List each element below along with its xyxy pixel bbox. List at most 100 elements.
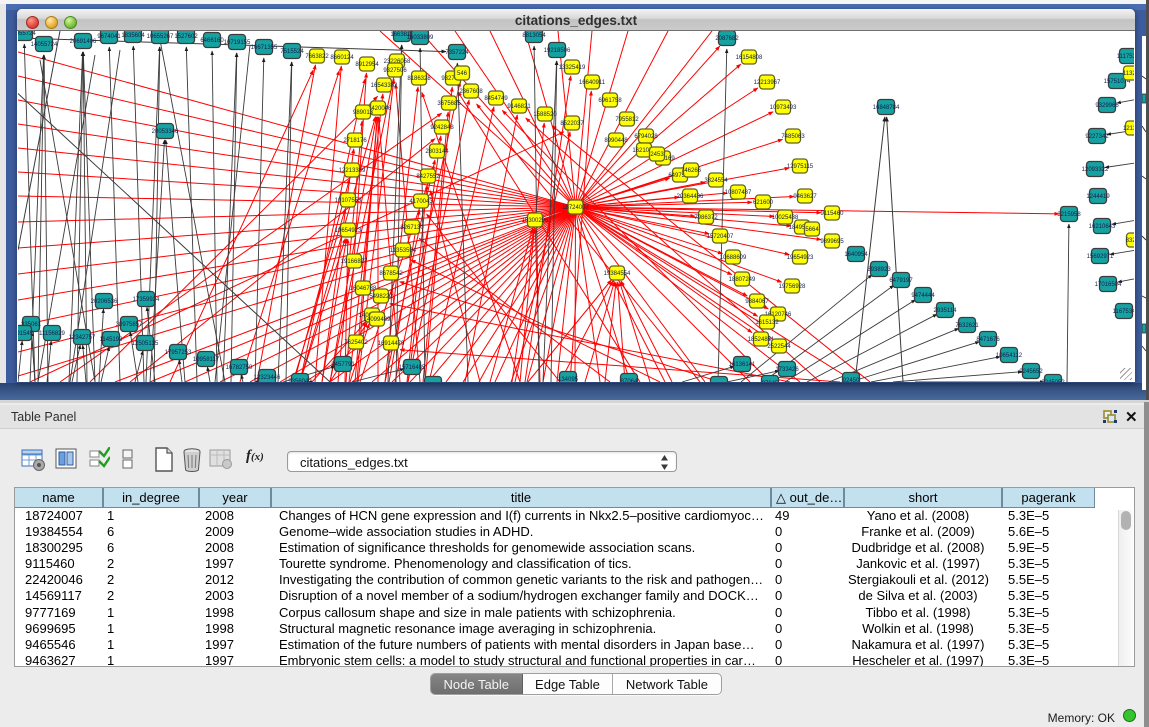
svg-text:8660124: 8660124 xyxy=(330,55,354,61)
svg-text:9899695: 9899695 xyxy=(820,239,844,245)
svg-text:11156829: 11156829 xyxy=(39,331,65,337)
svg-text:7357224: 7357224 xyxy=(445,50,469,56)
svg-text:8522037: 8522037 xyxy=(560,121,584,127)
svg-text:16543382: 16543382 xyxy=(371,83,398,89)
svg-text:9242848: 9242848 xyxy=(430,125,454,131)
svg-text:6961758: 6961758 xyxy=(598,98,622,104)
svg-text:16136141: 16136141 xyxy=(729,362,756,368)
svg-text:10654112: 10654112 xyxy=(996,353,1023,359)
svg-text:7515524: 7515524 xyxy=(280,49,304,55)
svg-text:16848784: 16848784 xyxy=(873,105,900,111)
svg-text:15692971: 15692971 xyxy=(1087,254,1114,260)
svg-text:7632621: 7632621 xyxy=(955,323,979,329)
svg-text:87645: 87645 xyxy=(762,381,779,382)
svg-text:12213389: 12213389 xyxy=(339,168,366,174)
svg-text:2055724: 2055724 xyxy=(18,31,36,37)
svg-text:16671355: 16671355 xyxy=(251,45,278,51)
svg-text:8938923: 8938923 xyxy=(867,267,891,273)
svg-text:16782759: 16782759 xyxy=(226,365,253,371)
svg-text:7955812: 7955812 xyxy=(615,117,639,123)
svg-text:30975857: 30975857 xyxy=(116,322,143,328)
svg-text:2718176: 2718176 xyxy=(343,138,367,144)
svg-text:17957253: 17957253 xyxy=(165,350,192,356)
svg-text:989013: 989013 xyxy=(353,110,374,116)
svg-text:12093322: 12093322 xyxy=(1082,167,1109,173)
svg-text:6466160: 6466160 xyxy=(200,38,224,44)
svg-text:14055724: 14055724 xyxy=(31,42,58,48)
svg-text:1733426: 1733426 xyxy=(775,367,799,373)
svg-text:2087682: 2087682 xyxy=(715,36,739,42)
svg-text:9245652: 9245652 xyxy=(1019,369,1043,375)
svg-text:7485063: 7485063 xyxy=(781,134,805,140)
svg-text:9356042: 9356042 xyxy=(288,379,312,382)
svg-text:87064: 87064 xyxy=(621,379,638,382)
svg-text:11327: 11327 xyxy=(1123,71,1134,77)
svg-text:10973493: 10973493 xyxy=(770,105,797,111)
svg-text:5498222: 5498222 xyxy=(369,294,393,300)
svg-text:6479197: 6479197 xyxy=(889,278,913,284)
svg-text:9146821: 9146821 xyxy=(507,104,531,110)
svg-text:16210643: 16210643 xyxy=(1089,224,1116,230)
svg-text:1835604: 1835604 xyxy=(121,33,145,39)
svg-text:1167534: 1167534 xyxy=(1113,309,1134,315)
svg-text:19166827: 19166827 xyxy=(341,259,368,265)
svg-text:8813054: 8813054 xyxy=(522,33,546,39)
svg-text:10807487: 10807487 xyxy=(725,190,752,196)
svg-text:20053346: 20053346 xyxy=(152,129,179,135)
svg-text:3215958: 3215958 xyxy=(1057,212,1081,218)
svg-text:83220: 83220 xyxy=(1126,238,1134,244)
svg-text:8427552: 8427552 xyxy=(416,174,440,180)
svg-text:9227342: 9227342 xyxy=(1085,134,1109,140)
svg-text:16046788: 16046788 xyxy=(350,286,377,292)
svg-text:11353594: 11353594 xyxy=(390,248,417,254)
svg-text:1588520: 1588520 xyxy=(533,112,557,118)
svg-text:2367608: 2367608 xyxy=(459,89,483,95)
svg-text:19218506: 19218506 xyxy=(544,48,571,54)
svg-text:9245052: 9245052 xyxy=(1041,380,1065,382)
svg-text:8471676: 8471676 xyxy=(976,337,1000,343)
svg-text:10719155: 10719155 xyxy=(224,40,251,46)
svg-text:2803144: 2803144 xyxy=(425,149,449,155)
svg-text:20364436: 20364436 xyxy=(677,194,704,200)
svg-text:7986372: 7986372 xyxy=(694,215,718,221)
svg-text:10655267: 10655267 xyxy=(147,34,174,40)
svg-text:9884067: 9884067 xyxy=(745,299,769,305)
svg-text:8912954: 8912954 xyxy=(355,62,379,68)
svg-text:12342757: 12342757 xyxy=(69,335,96,341)
svg-text:1117536: 1117536 xyxy=(1117,54,1134,60)
svg-text:1145193: 1145193 xyxy=(100,337,124,343)
svg-text:746266: 746266 xyxy=(681,168,702,174)
svg-text:16154808: 16154808 xyxy=(736,55,763,61)
svg-text:10958117: 10958117 xyxy=(193,357,220,363)
svg-text:18724007: 18724007 xyxy=(562,205,589,211)
svg-text:1527602: 1527602 xyxy=(174,34,198,40)
svg-text:6794028: 6794028 xyxy=(634,134,658,140)
svg-text:19756928: 19756928 xyxy=(779,284,806,290)
svg-text:8267130: 8267130 xyxy=(400,225,424,231)
svg-text:2522544: 2522544 xyxy=(767,344,791,350)
svg-text:9457791: 9457791 xyxy=(331,362,355,368)
svg-text:12213967: 12213967 xyxy=(754,80,781,86)
svg-text:10107553: 10107553 xyxy=(335,198,362,204)
svg-text:19654923: 19654923 xyxy=(787,255,814,261)
svg-text:18807249: 18807249 xyxy=(729,277,756,283)
svg-text:19654923: 19654923 xyxy=(335,228,362,234)
svg-text:18300295: 18300295 xyxy=(522,218,549,224)
svg-text:10688609: 10688609 xyxy=(720,255,747,261)
svg-text:20206536: 20206536 xyxy=(91,299,118,305)
svg-text:2935114: 2935114 xyxy=(934,308,958,314)
svg-text:12975115: 12975115 xyxy=(787,164,814,170)
svg-text:15716485: 15716485 xyxy=(399,365,426,371)
svg-text:9474444: 9474444 xyxy=(911,293,935,299)
svg-text:15720407: 15720407 xyxy=(707,234,734,240)
svg-text:17016504: 17016504 xyxy=(1095,282,1122,288)
svg-text:2453: 2453 xyxy=(650,152,664,158)
svg-text:17359924: 17359924 xyxy=(133,297,160,303)
svg-text:9463627: 9463627 xyxy=(793,194,817,200)
svg-text:8678542: 8678542 xyxy=(379,271,403,277)
svg-text:8186328: 8186328 xyxy=(407,76,431,82)
svg-text:3824554: 3824554 xyxy=(704,178,728,184)
svg-text:16640911: 16640911 xyxy=(579,80,606,86)
svg-text:621600: 621600 xyxy=(753,200,774,206)
svg-text:16033809: 16033809 xyxy=(407,35,434,41)
